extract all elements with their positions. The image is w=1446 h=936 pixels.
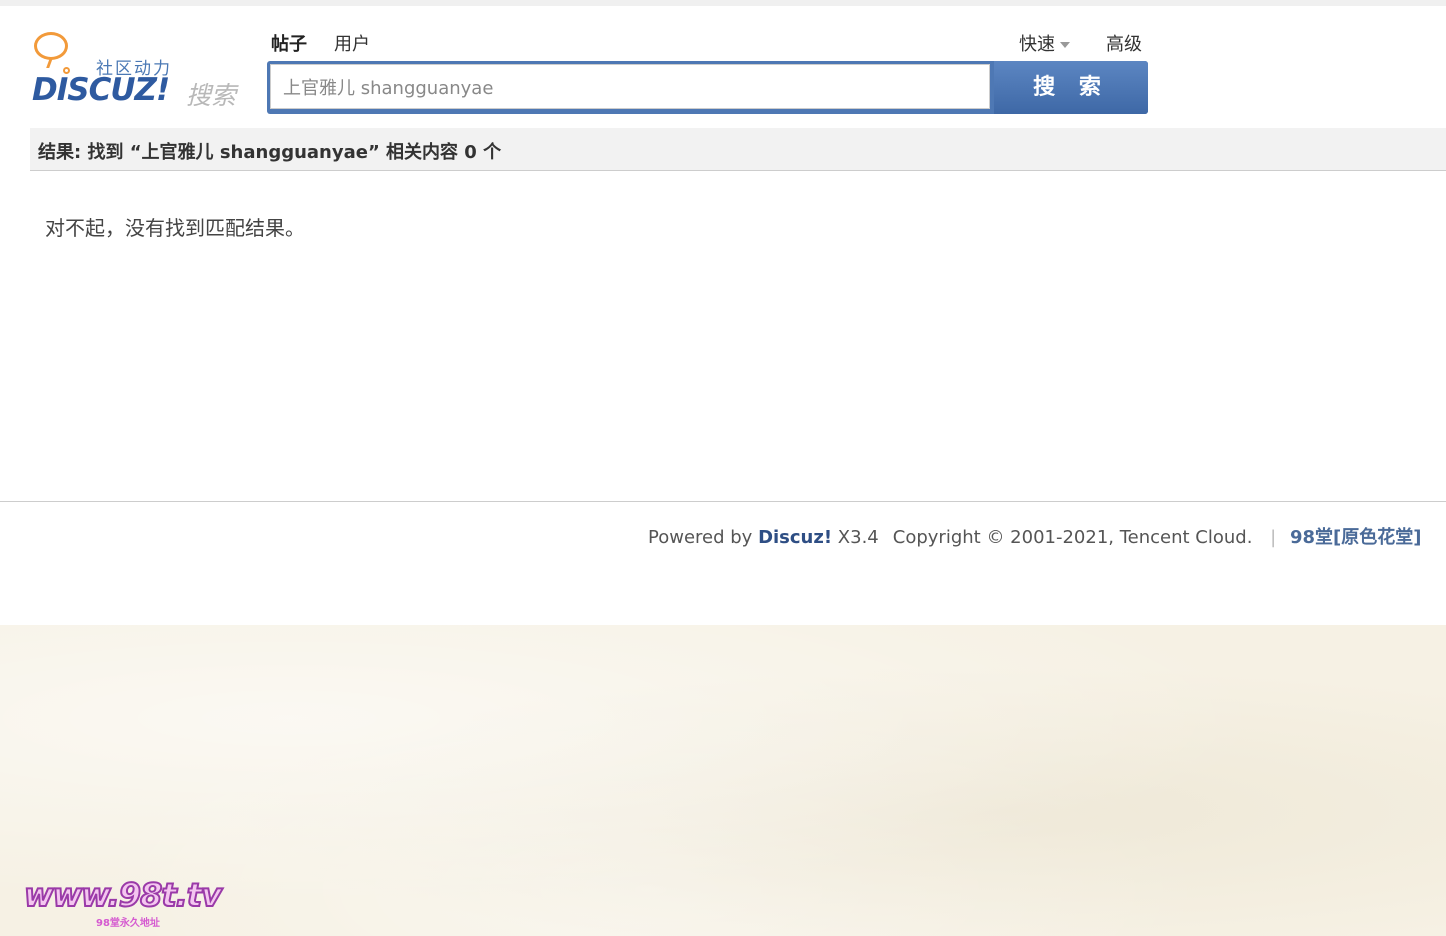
powered-by-text: Powered by: [648, 527, 753, 548]
chevron-down-icon: [1060, 42, 1070, 48]
logo-search-label: 搜索: [186, 81, 237, 110]
tab-users[interactable]: 用户: [334, 30, 370, 56]
quick-search-dropdown[interactable]: 快速: [1019, 30, 1070, 56]
search-button[interactable]: 搜 索: [994, 61, 1148, 114]
watermark-subtext: 98堂永久地址: [96, 918, 160, 929]
copyright-text: Copyright © 2001-2021, Tencent Cloud.: [892, 527, 1253, 548]
result-summary: 结果: 找到 “上官雅儿 shangguanyae” 相关内容 0 个: [38, 142, 502, 163]
lightbulb-tail: [46, 58, 61, 68]
logo-brand: DISCUZ!: [32, 72, 170, 108]
site-name-link[interactable]: 98堂[原色花堂]: [1290, 527, 1422, 548]
lightbulb-icon: [34, 32, 68, 60]
result-header: 结果: 找到 “上官雅儿 shangguanyae” 相关内容 0 个: [30, 128, 1446, 171]
watermark-text: www.98t.tv: [23, 875, 223, 915]
footer-separator: |: [1270, 527, 1277, 548]
advanced-search-link[interactable]: 高级: [1106, 30, 1142, 56]
search-box: 搜 索: [267, 61, 1148, 114]
no-results-message: 对不起，没有找到匹配结果。: [45, 216, 305, 240]
footer-divider: [0, 501, 1446, 502]
tab-posts[interactable]: 帖子: [271, 30, 307, 56]
version-text: X3.4: [837, 527, 879, 548]
discuz-search-logo[interactable]: 社区动力 DISCUZ! 搜索: [30, 30, 250, 110]
quick-search-label: 快速: [1019, 34, 1055, 55]
site-watermark: www.98t.tv 98堂永久地址: [23, 875, 238, 930]
search-input[interactable]: [270, 64, 990, 109]
footer: Powered by Discuz! X3.4 Copyright © 2001-…: [648, 523, 1422, 549]
discuz-link[interactable]: Discuz!: [758, 527, 832, 548]
